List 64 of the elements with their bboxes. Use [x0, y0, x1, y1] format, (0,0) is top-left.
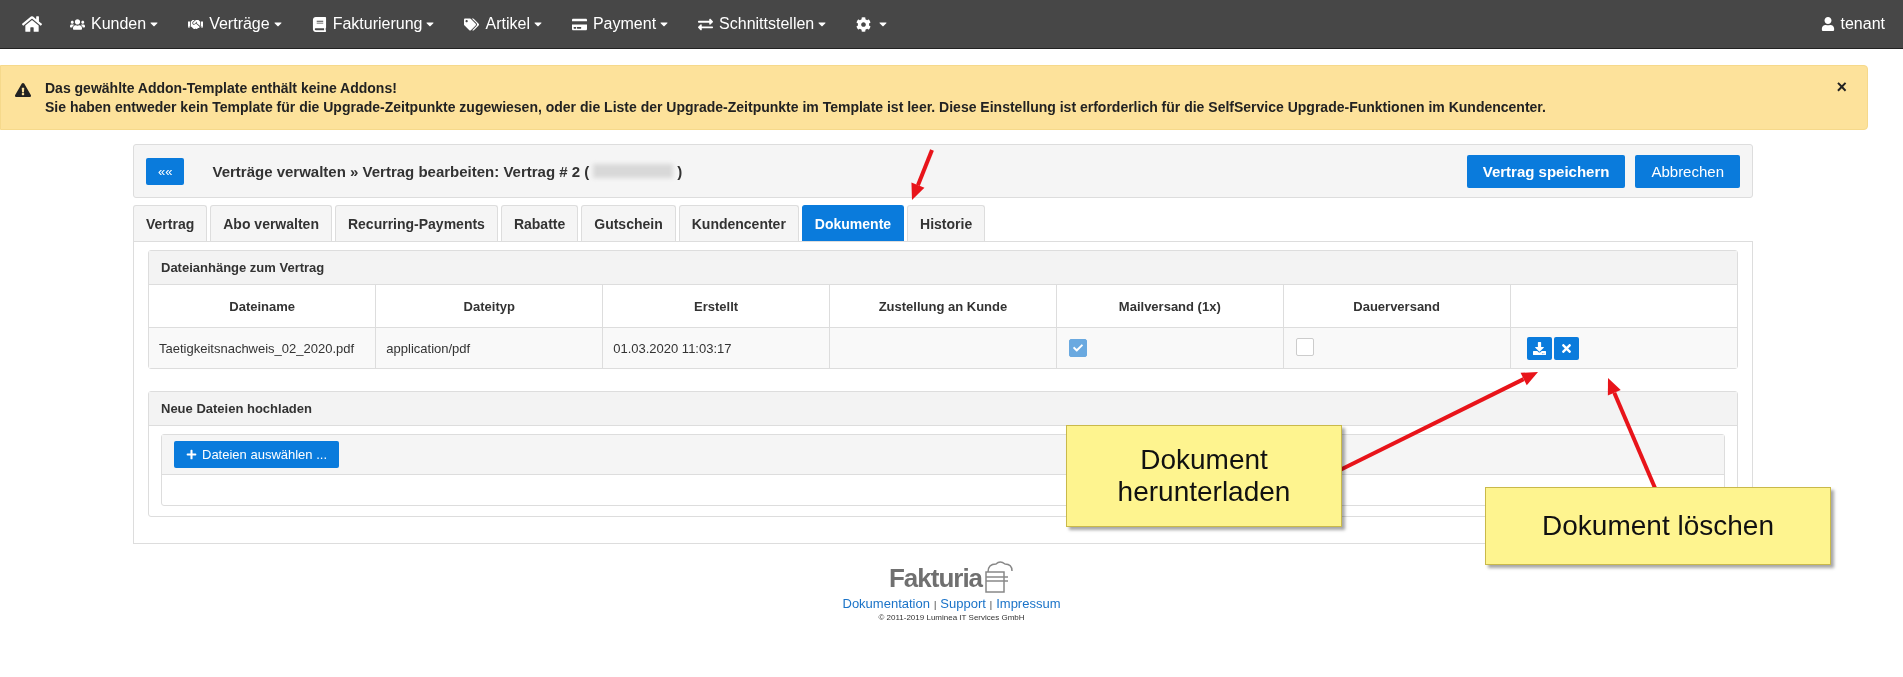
nav-menu[interactable]: Artikel	[464, 15, 544, 33]
close-icon	[1559, 341, 1573, 355]
arrows-icon	[698, 16, 714, 32]
user-icon	[1820, 17, 1835, 31]
separator: |	[989, 600, 993, 610]
nav-menu[interactable]: Schnittstellen	[698, 15, 829, 33]
warning-icon	[15, 82, 31, 98]
separator: |	[933, 600, 937, 610]
checkbox[interactable]	[1295, 337, 1314, 356]
back-button[interactable]: ««	[146, 157, 185, 185]
callout-note: Dokument löschen	[1485, 487, 1831, 565]
tab[interactable]: Kundencenter	[678, 205, 799, 241]
users-icon	[70, 16, 85, 32]
column-header: Dateiname	[149, 285, 376, 328]
alert-message: Sie haben entweder kein Template für die Upgrade-Zeitpunkte zugewiesen, oder die Liste der Upgrade-Zeitpunkte im Template ist leer. Diese Einstellung ist erforderlich für die SelfService Upgrade-Funktionen im Kundencenter.	[45, 98, 1547, 117]
column-header: Zustellung an Kunde	[829, 285, 1057, 328]
tab[interactable]: Gutschein	[581, 205, 676, 241]
column-header: Mailversand (1x)	[1056, 285, 1284, 328]
home-link[interactable]	[22, 14, 42, 34]
nav-menu[interactable]: Fakturierung	[311, 15, 437, 33]
save-button[interactable]: Vertrag speichern	[1466, 154, 1626, 188]
page-title: Verträge verwalten » Vertrag bearbeiten: Vertrag # 2 (	[212, 162, 590, 180]
tab[interactable]: Dokumente	[801, 205, 905, 241]
cloud-document-icon	[984, 560, 1015, 594]
home-icon	[22, 14, 42, 34]
book-icon	[311, 16, 327, 32]
check-icon	[1072, 343, 1083, 353]
tab[interactable]: Recurring-Payments	[334, 205, 498, 241]
logo: Fakturia	[888, 560, 1015, 594]
column-header: Dauerversand	[1283, 285, 1511, 328]
tab[interactable]: Vertrag	[133, 205, 208, 241]
download-button[interactable]	[1526, 336, 1552, 360]
footer-link[interactable]: Dokumentation	[842, 596, 930, 611]
delete-button[interactable]	[1553, 336, 1579, 360]
panel-title: Neue Dateien hochladen	[149, 392, 1737, 426]
panel-title: Dateianhänge zum Vertrag	[149, 251, 1737, 285]
table-cell: application/pdf	[375, 327, 603, 368]
tag-icon	[464, 16, 480, 32]
checkbox[interactable]	[1068, 339, 1087, 357]
cancel-button[interactable]: Abbrechen	[1635, 154, 1740, 188]
copyright: © 2011-2019 Luminea IT Services GmbH	[878, 613, 1025, 622]
column-header: Dateityp	[375, 285, 603, 328]
alert-title: Das gewählte Addon-Template enthält keine Addons!	[45, 79, 398, 98]
tab[interactable]: Historie	[907, 205, 986, 241]
plus-icon	[186, 449, 197, 460]
select-files-button[interactable]: Dateien auswählen ...	[174, 441, 340, 468]
close-button[interactable]: ×	[1836, 77, 1847, 98]
nav-menu[interactable]: Payment	[571, 15, 671, 33]
nav-menu[interactable]: Verträge	[188, 15, 284, 33]
tab[interactable]: Abo verwalten	[210, 205, 332, 241]
user-menu[interactable]: tenant	[1820, 15, 1885, 33]
download-icon	[1532, 341, 1546, 355]
arrow	[911, 149, 934, 200]
page-title-end: )	[677, 162, 683, 180]
settings-icon	[856, 16, 872, 32]
tab[interactable]: Rabatte	[500, 205, 579, 241]
table-cell: 01.03.2020 11:03:17	[602, 327, 830, 368]
callout-note: Dokument herunterladen	[1066, 425, 1342, 527]
table-cell: Taetigkeitsnachweis_02_2020.pdf	[149, 327, 376, 368]
credit-card-icon	[571, 16, 587, 32]
nav-menu[interactable]: Kunden	[70, 15, 161, 33]
footer-link[interactable]: Impressum	[996, 596, 1061, 611]
footer-link[interactable]: Support	[940, 596, 986, 611]
column-header: Erstellt	[602, 285, 830, 328]
